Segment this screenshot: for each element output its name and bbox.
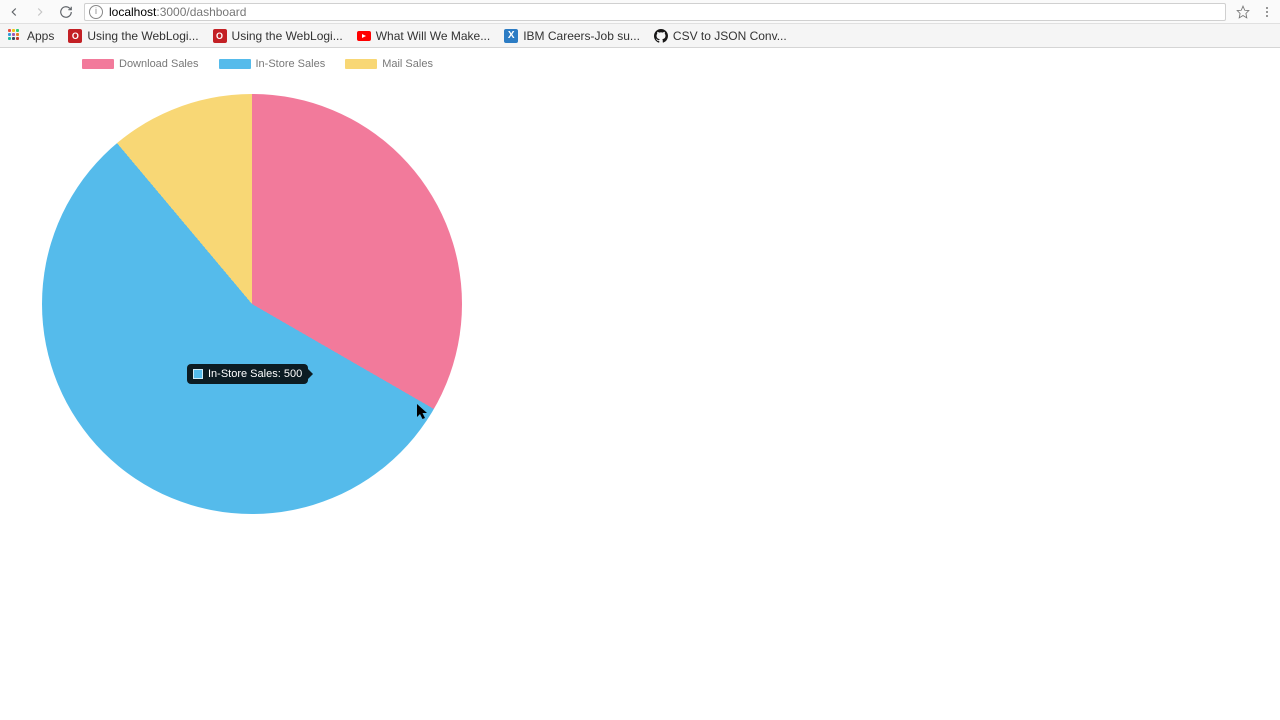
apps-launcher[interactable]: Apps bbox=[8, 29, 54, 43]
reload-button[interactable] bbox=[58, 4, 74, 20]
browser-menu-button[interactable] bbox=[1260, 5, 1274, 19]
arrow-right-icon bbox=[33, 5, 47, 19]
bookmark-star-button[interactable] bbox=[1236, 5, 1250, 19]
bookmark-item[interactable]: CSV to JSON Conv... bbox=[654, 29, 787, 43]
bookmark-item[interactable]: O Using the WebLogi... bbox=[68, 29, 198, 43]
bookmarks-bar: Apps O Using the WebLogi... O Using the Web… bbox=[0, 24, 1280, 48]
apps-grid-icon bbox=[8, 29, 22, 43]
url-text: localhost:3000/dashboard bbox=[109, 5, 246, 19]
youtube-favicon-icon bbox=[357, 31, 371, 41]
address-bar[interactable]: i localhost:3000/dashboard bbox=[84, 3, 1226, 21]
tooltip-text: In-Store Sales: 500 bbox=[208, 368, 302, 380]
bookmark-label: IBM Careers-Job su... bbox=[523, 29, 640, 43]
bookmark-label: CSV to JSON Conv... bbox=[673, 29, 787, 43]
menu-dots-icon bbox=[1266, 7, 1268, 9]
arrow-left-icon bbox=[7, 5, 21, 19]
github-favicon-icon bbox=[654, 29, 668, 43]
info-icon[interactable]: i bbox=[89, 5, 103, 19]
pie-chart[interactable] bbox=[42, 94, 462, 514]
tooltip-color-chip bbox=[193, 369, 203, 379]
oracle-favicon-icon: O bbox=[68, 29, 82, 43]
x-favicon-icon: X bbox=[504, 29, 518, 43]
apps-label: Apps bbox=[27, 29, 54, 43]
bookmark-item[interactable]: O Using the WebLogi... bbox=[213, 29, 343, 43]
oracle-favicon-icon: O bbox=[213, 29, 227, 43]
back-button[interactable] bbox=[6, 4, 22, 20]
chart-container: In-Store Sales: 500 bbox=[12, 64, 452, 504]
bookmark-label: What Will We Make... bbox=[376, 29, 490, 43]
page-content: Download SalesIn-Store SalesMail Sales I… bbox=[0, 48, 1280, 718]
bookmark-label: Using the WebLogi... bbox=[232, 29, 343, 43]
bookmark-label: Using the WebLogi... bbox=[87, 29, 198, 43]
chart-tooltip: In-Store Sales: 500 bbox=[187, 364, 308, 384]
bookmark-item[interactable]: What Will We Make... bbox=[357, 29, 490, 43]
mouse-cursor-icon bbox=[417, 404, 429, 420]
star-icon bbox=[1236, 5, 1250, 19]
reload-icon bbox=[59, 5, 73, 19]
bookmark-item[interactable]: X IBM Careers-Job su... bbox=[504, 29, 640, 43]
browser-toolbar: i localhost:3000/dashboard bbox=[0, 0, 1280, 24]
forward-button[interactable] bbox=[32, 4, 48, 20]
